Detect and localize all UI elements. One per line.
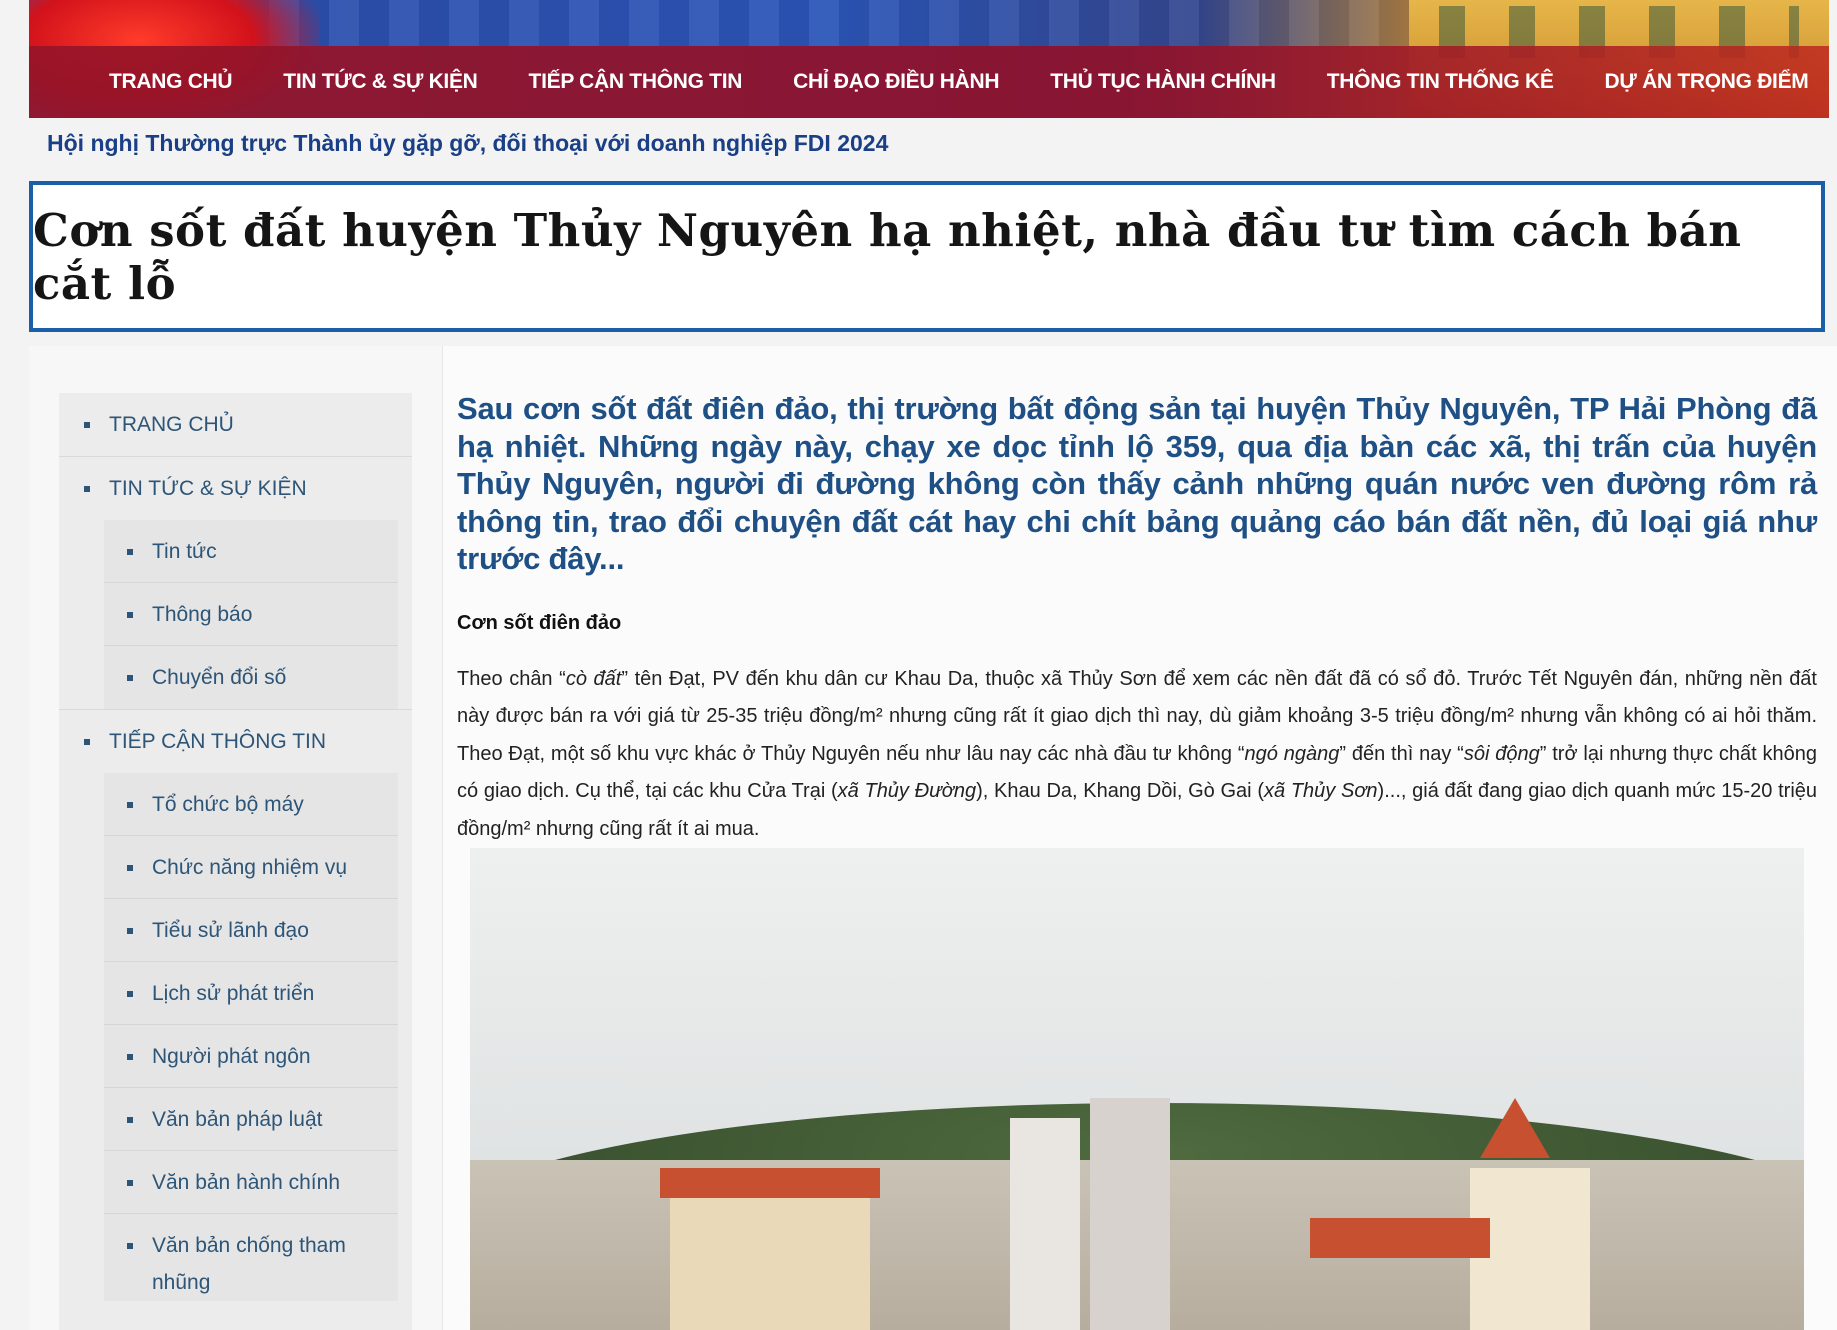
sidebar-subitem-nguoi-phat-ngon[interactable]: Người phát ngôn (104, 1025, 398, 1088)
sidebar-subitem-tieu-su[interactable]: Tiểu sử lãnh đạo (104, 899, 398, 962)
bullet-icon (84, 421, 90, 428)
submenu-tin-tuc: Tin tức Thông báo Chuyển đổi số (104, 520, 398, 709)
sidebar-subitem-tin-tuc[interactable]: Tin tức (104, 520, 398, 583)
article-title-box: Cơn sốt đất huyện Thủy Nguyên hạ nhiệt, … (29, 181, 1825, 332)
article-photo (470, 848, 1804, 1330)
sidebar-item-label: TIẾP CẬN THÔNG TIN (109, 729, 327, 753)
bullet-icon (127, 802, 133, 808)
nav-item-chi-dao[interactable]: CHỈ ĐẠO ĐIỀU HÀNH (793, 70, 999, 94)
sidebar-subitem-label: Văn bản pháp luật (152, 1108, 323, 1131)
sidebar-subitem-label: Tiểu sử lãnh đạo (152, 919, 309, 942)
sidebar-subitem-label: Chuyển đổi số (152, 666, 287, 689)
sidebar-subitem-label: Thông báo (152, 603, 253, 626)
sidebar-subitem-van-ban-hanh-chinh[interactable]: Văn bản hành chính (104, 1151, 398, 1214)
sidebar-item-label: TRANG CHỦ (109, 412, 234, 436)
bullet-icon (127, 675, 133, 681)
sidebar-subitem-label: Tổ chức bộ máy (152, 793, 304, 816)
sidebar-subitem-chuc-nang[interactable]: Chức năng nhiệm vụ (104, 836, 398, 899)
photo-building (1010, 1118, 1080, 1330)
sidebar-subitem-to-chuc[interactable]: Tổ chức bộ máy (104, 773, 398, 836)
sidebar-subitem-label: Người phát ngôn (152, 1045, 311, 1068)
bullet-icon (127, 991, 133, 997)
article-subheading: Cơn sốt điên đảo (457, 611, 622, 634)
sidebar-subitem-label: Văn bản hành chính (152, 1171, 340, 1194)
sidebar-menu: TRANG CHỦ TIN TỨC & SỰ KIỆN Tin tức Thôn… (59, 393, 412, 1330)
article-lead: Sau cơn sốt đất điên đảo, thị trường bất… (457, 391, 1817, 576)
photo-house (670, 1188, 870, 1330)
sidebar-item-label: TIN TỨC & SỰ KIỆN (109, 476, 307, 500)
nav-item-tiep-can[interactable]: TIẾP CẬN THÔNG TIN (529, 70, 743, 94)
article-paragraph: Theo chân “cò đất” tên Đạt, PV đến khu d… (457, 667, 1818, 840)
bullet-icon (127, 549, 133, 555)
article-content: Sau cơn sốt đất điên đảo, thị trường bất… (457, 390, 1817, 848)
bullet-icon (127, 928, 133, 934)
bullet-icon (84, 485, 90, 492)
sidebar-item-trang-chu[interactable]: TRANG CHỦ (59, 393, 412, 457)
sidebar-subitem-label: Tin tức (152, 540, 217, 563)
sidebar-item-tiep-can[interactable]: TIẾP CẬN THÔNG TIN (59, 709, 412, 773)
sidebar-subitem-lich-su[interactable]: Lịch sử phát triển (104, 962, 398, 1025)
main-nav: TRANG CHỦ TIN TỨC & SỰ KIỆN TIẾP CẬN THÔ… (29, 46, 1829, 118)
sidebar-subitem-thong-bao[interactable]: Thông báo (104, 583, 398, 646)
bullet-icon (127, 1180, 133, 1186)
nav-item-tin-tuc[interactable]: TIN TỨC & SỰ KIỆN (283, 70, 478, 94)
article-title: Cơn sốt đất huyện Thủy Nguyên hạ nhiệt, … (33, 203, 1742, 310)
sidebar-subitem-chuyen-doi-so[interactable]: Chuyển đổi số (104, 646, 398, 709)
nav-item-thong-ke[interactable]: THÔNG TIN THỐNG KÊ (1327, 70, 1554, 94)
bullet-icon (127, 1243, 133, 1249)
header-banner: TRANG CHỦ TIN TỨC & SỰ KIỆN TIẾP CẬN THÔ… (29, 0, 1829, 118)
bullet-icon (127, 1117, 133, 1123)
photo-roof (660, 1168, 880, 1198)
sidebar-subitem-van-ban-phap-luat[interactable]: Văn bản pháp luật (104, 1088, 398, 1151)
sidebar-subitem-label: Lịch sử phát triển (152, 982, 315, 1005)
nav-item-thu-tuc[interactable]: THỦ TỤC HÀNH CHÍNH (1050, 70, 1276, 94)
nav-item-du-an[interactable]: DỰ ÁN TRỌNG ĐIỂM (1605, 70, 1809, 94)
sidebar-item-tin-tuc[interactable]: TIN TỨC & SỰ KIỆN (59, 457, 412, 520)
submenu-tiep-can: Tổ chức bộ máy Chức năng nhiệm vụ Tiểu s… (104, 773, 398, 1301)
sidebar-subitem-label: Chức năng nhiệm vụ (152, 856, 347, 879)
photo-building (1090, 1098, 1170, 1330)
bullet-icon (84, 738, 90, 745)
news-ticker-link[interactable]: Hội nghị Thường trực Thành ủy gặp gỡ, đố… (47, 130, 888, 157)
bullet-icon (127, 1054, 133, 1060)
nav-item-trang-chu[interactable]: TRANG CHỦ (109, 70, 233, 94)
photo-roof (1310, 1218, 1490, 1258)
bullet-icon (127, 865, 133, 871)
sidebar-subitem-chong-tham-nhung[interactable]: Văn bản chống tham nhũng (104, 1214, 398, 1301)
bullet-icon (127, 612, 133, 618)
sidebar-subitem-label: Văn bản chống tham nhũng (152, 1234, 346, 1294)
